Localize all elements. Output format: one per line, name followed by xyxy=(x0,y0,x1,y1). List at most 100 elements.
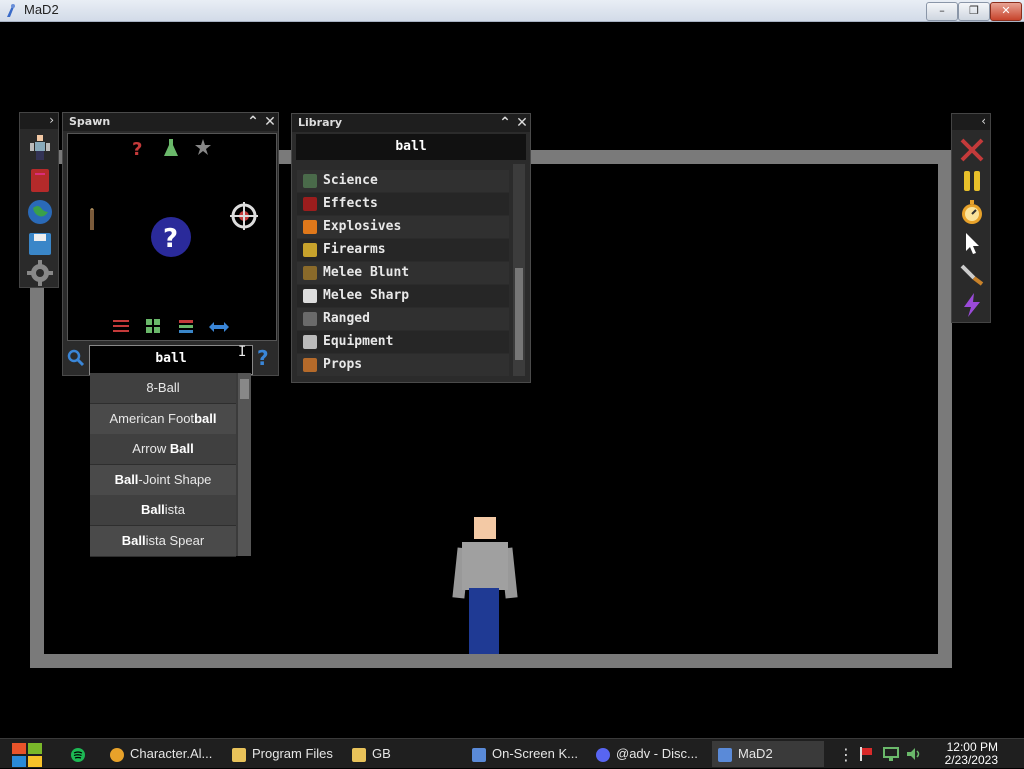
suggestions-scroll-thumb[interactable] xyxy=(240,379,249,399)
taskbar-item-label: GB xyxy=(372,746,391,761)
close-window-button[interactable]: ✕ xyxy=(990,2,1022,21)
ragdoll-head[interactable] xyxy=(474,517,496,539)
globe-icon[interactable] xyxy=(26,198,54,226)
ragdoll-torso[interactable] xyxy=(462,542,508,590)
star-tab-icon[interactable] xyxy=(194,138,212,156)
chrome-icon xyxy=(110,747,124,762)
spawn-search-input[interactable]: ball xyxy=(89,345,253,375)
close-icon[interactable]: ✕ xyxy=(262,114,278,130)
question-tab-icon[interactable]: ? xyxy=(130,138,146,160)
library-category[interactable]: Props xyxy=(297,354,509,376)
minimize-button[interactable]: – xyxy=(926,2,958,21)
left-toolbar-header: › xyxy=(20,113,58,129)
library-scroll-thumb[interactable] xyxy=(515,268,523,360)
suggestion-item[interactable]: 8-Ball xyxy=(90,373,236,404)
category-label: Explosives xyxy=(323,219,402,234)
text-cursor-icon: I xyxy=(238,344,247,360)
taskbar-item-label: @adv - Disc... xyxy=(616,746,698,761)
suggestion-item[interactable]: Ballista Spear xyxy=(90,525,236,557)
knife-icon[interactable] xyxy=(958,260,986,288)
library-category[interactable]: Ranged xyxy=(297,308,509,330)
bullet-icon[interactable] xyxy=(88,206,96,232)
category-label: Ranged xyxy=(323,311,370,326)
suggestion-match: Ball xyxy=(140,502,165,517)
target-icon[interactable] xyxy=(230,202,258,230)
taskbar-item-label: Character.Al... xyxy=(130,746,213,761)
clock-date: 2/23/2023 xyxy=(944,753,998,767)
book-icon[interactable] xyxy=(26,166,54,194)
suggestion-item[interactable]: Ballista xyxy=(90,495,236,526)
taskbar-item[interactable]: Program Files xyxy=(226,741,342,767)
search-icon[interactable] xyxy=(67,349,85,367)
category-label: Melee Sharp xyxy=(323,288,410,303)
grid-icon[interactable] xyxy=(145,318,161,334)
left-toolbar: › xyxy=(19,112,59,288)
folder-icon xyxy=(232,747,246,762)
category-label: Effects xyxy=(323,196,378,211)
folder-icon xyxy=(352,747,366,762)
suggestion-match: Ball xyxy=(169,441,194,456)
library-title: Library xyxy=(298,116,343,129)
library-category[interactable]: Firearms xyxy=(297,239,509,261)
category-icon xyxy=(303,196,317,211)
lightning-icon[interactable] xyxy=(958,291,986,319)
delete-icon[interactable] xyxy=(958,136,986,164)
save-icon[interactable] xyxy=(26,230,54,258)
taskbar: Character.Al... Program Files GB On-Screen … xyxy=(0,738,1024,768)
flask-tab-icon[interactable] xyxy=(163,138,179,158)
library-category[interactable]: Equipment xyxy=(297,331,509,353)
ragdoll-legs[interactable] xyxy=(469,588,499,654)
suggestion-item[interactable]: Ball-Joint Shape xyxy=(90,464,236,496)
unknown-item-icon[interactable]: ? xyxy=(150,216,192,258)
sliders-icon[interactable] xyxy=(112,318,130,334)
taskbar-item[interactable]: MaD2 xyxy=(712,741,824,767)
keyboard-icon xyxy=(472,747,486,762)
search-suggestions: 8-Ball American Football Arrow Ball Ball-Jo… xyxy=(90,373,251,557)
flag-icon[interactable] xyxy=(858,746,874,762)
library-category[interactable]: Melee Blunt xyxy=(297,262,509,284)
swap-arrows-icon[interactable] xyxy=(208,320,230,334)
network-icon[interactable] xyxy=(882,746,900,762)
suggestion-match: ball xyxy=(194,410,217,426)
collapse-icon[interactable]: ⌃ xyxy=(497,115,513,131)
library-category[interactable]: Science xyxy=(297,170,509,192)
library-category[interactable]: Explosives xyxy=(297,216,509,238)
category-icon xyxy=(303,219,317,234)
category-icon xyxy=(303,265,317,280)
overflow-icon[interactable]: ⋮ xyxy=(838,745,854,764)
list-icon[interactable] xyxy=(178,318,194,334)
library-scrollbar[interactable] xyxy=(513,164,525,376)
stopwatch-icon[interactable] xyxy=(958,198,986,226)
library-panel: Library ⌃ ✕ ball Science Effects Explosive… xyxy=(291,113,531,383)
help-icon[interactable]: ? xyxy=(256,347,272,369)
mad2-icon xyxy=(718,747,732,762)
start-icon[interactable] xyxy=(10,739,44,769)
svg-text:?: ? xyxy=(163,224,178,254)
collapse-icon[interactable]: ⌃ xyxy=(245,114,261,130)
suggestion-text: -Joint Shape xyxy=(138,471,212,487)
gear-icon[interactable] xyxy=(26,259,54,287)
taskbar-item-label: On-Screen K... xyxy=(492,746,578,761)
taskbar-item[interactable]: On-Screen K... xyxy=(466,741,586,767)
spotify-icon[interactable] xyxy=(70,747,86,763)
maximize-button[interactable]: ❐ xyxy=(958,2,990,21)
chevron-left-icon[interactable]: ‹ xyxy=(981,114,986,128)
right-toolbar-header: ‹ xyxy=(952,114,990,130)
app-icon xyxy=(7,4,15,17)
volume-icon[interactable] xyxy=(905,746,923,762)
pause-icon[interactable] xyxy=(958,167,986,195)
library-category[interactable]: Effects xyxy=(297,193,509,215)
suggestion-item[interactable]: American Football xyxy=(90,403,236,435)
suggestions-scrollbar[interactable] xyxy=(238,373,251,556)
suggestion-item[interactable]: Arrow Ball xyxy=(90,434,236,465)
close-icon[interactable]: ✕ xyxy=(514,115,530,131)
cursor-icon[interactable] xyxy=(958,229,986,257)
taskbar-item[interactable]: Character.Al... xyxy=(104,741,222,767)
character-icon[interactable] xyxy=(26,133,54,161)
chevron-right-icon[interactable]: › xyxy=(49,113,54,127)
clock[interactable]: 12:00 PM 2/23/2023 xyxy=(936,741,998,767)
category-label: Melee Blunt xyxy=(323,265,410,280)
taskbar-item[interactable]: @adv - Disc... xyxy=(590,741,708,767)
taskbar-item[interactable]: GB xyxy=(346,741,462,767)
library-category[interactable]: Melee Sharp xyxy=(297,285,509,307)
